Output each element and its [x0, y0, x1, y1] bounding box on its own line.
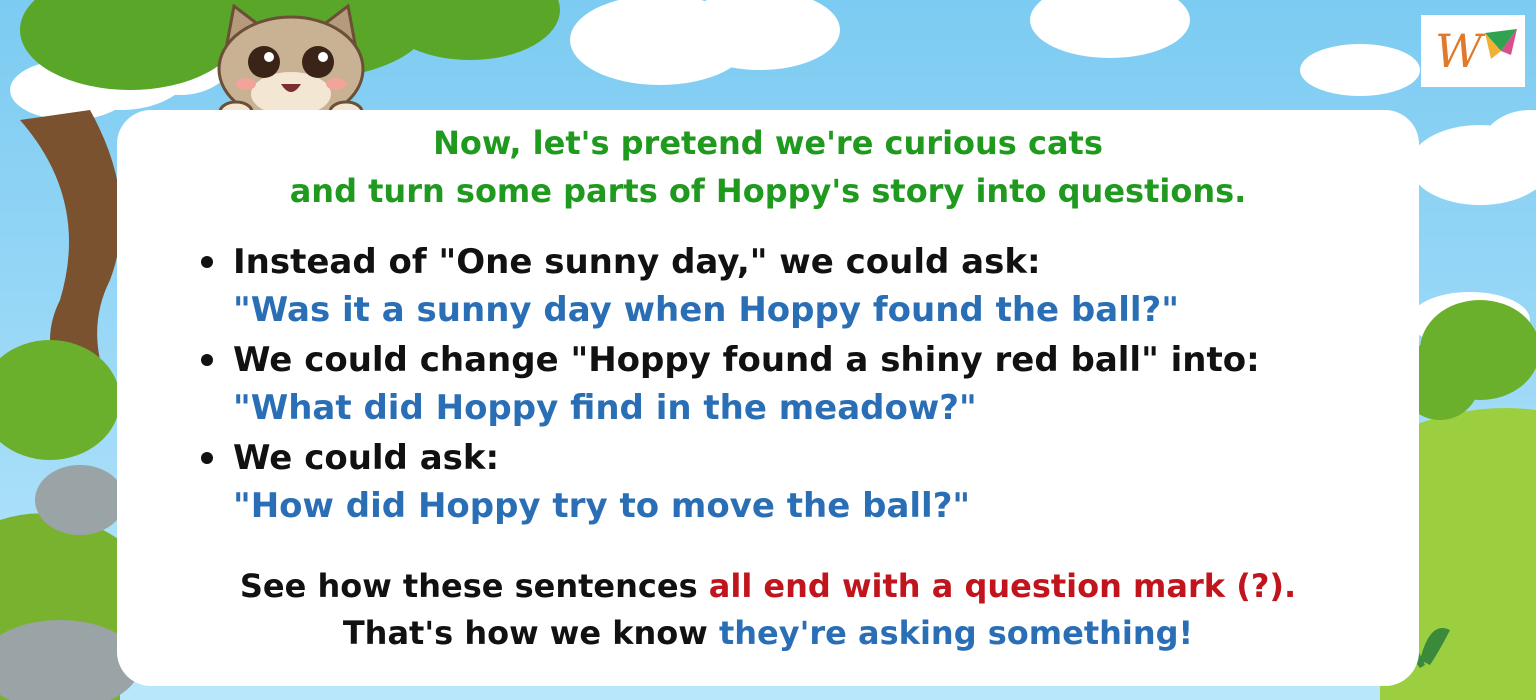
bullet-dot-icon — [201, 354, 213, 366]
footer-line-1: See how these sentences all end with a q… — [117, 563, 1419, 609]
bullet-statement: We could ask: — [233, 438, 500, 478]
list-item: We could change "Hoppy found a shiny red… — [197, 336, 1397, 434]
bullet-question: "How did Hoppy try to move the ball?" — [233, 486, 971, 526]
logo: W — [1421, 15, 1525, 87]
w-kite-logo-icon: W — [1435, 24, 1517, 78]
svg-text:W: W — [1435, 24, 1486, 78]
footer-line-2-prefix: That's how we know — [342, 614, 719, 652]
bullet-dot-icon — [201, 256, 213, 268]
cat-peeking-icon — [217, 4, 365, 124]
bullet-question: "What did Hoppy find in the meadow?" — [233, 388, 977, 428]
heading-line-1: Now, let's pretend we're curious cats — [433, 124, 1103, 162]
footer-line-1-highlight: all end with a question mark (?). — [708, 567, 1297, 605]
footer-line-2: That's how we know they're asking someth… — [117, 610, 1419, 656]
content-card: Now, let's pretend we're curious cats an… — [117, 110, 1419, 686]
heading-line-2: and turn some parts of Hoppy's story int… — [289, 172, 1247, 210]
bullet-list: Instead of "One sunny day," we could ask… — [197, 238, 1397, 532]
list-item: Instead of "One sunny day," we could ask… — [197, 238, 1397, 336]
bullet-question: "Was it a sunny day when Hoppy found the… — [233, 290, 1179, 330]
list-item: We could ask: "How did Hoppy try to move… — [197, 434, 1397, 532]
bullet-statement: We could change "Hoppy found a shiny red… — [233, 340, 1260, 380]
footer-line-1-prefix: See how these sentences — [239, 567, 709, 605]
footer-line-2-highlight: they're asking something! — [718, 614, 1194, 652]
bullet-statement: Instead of "One sunny day," we could ask… — [233, 242, 1041, 282]
bullet-dot-icon — [201, 452, 213, 464]
